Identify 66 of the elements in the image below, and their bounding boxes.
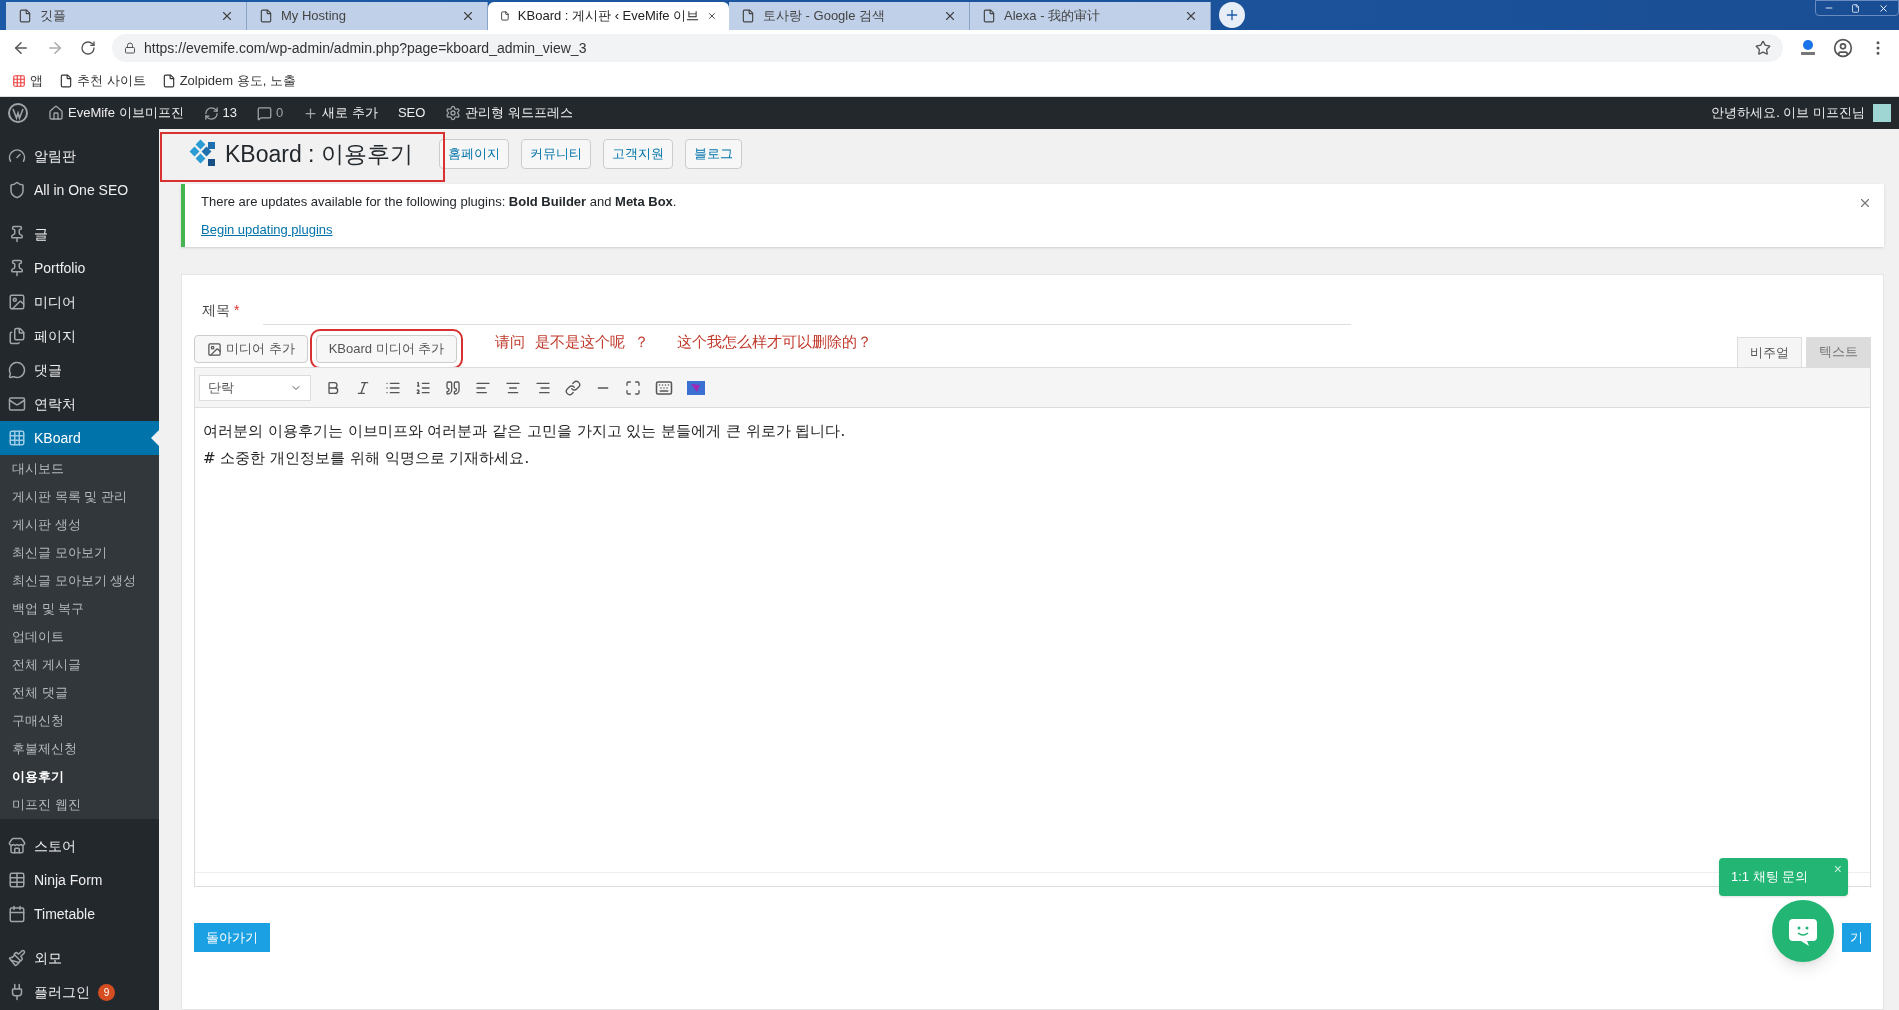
header-link-button[interactable]: 고객지원 bbox=[602, 139, 673, 169]
menu-item[interactable]: 스토어 bbox=[0, 829, 159, 863]
content-line: 여러분의 이용후기는 이브미프와 여러분과 같은 고민을 가지고 있는 분들에게 큰 위로가 됩니다. bbox=[203, 421, 847, 442]
submenu-item[interactable]: 최신글 모아보기 생성 bbox=[0, 567, 159, 595]
submenu-item[interactable]: 구매신청 bbox=[0, 707, 159, 735]
count-badge: 9 bbox=[98, 983, 115, 1001]
header-link-button[interactable]: 커뮤니티 bbox=[520, 139, 591, 169]
menu-item[interactable]: 댓글 bbox=[0, 353, 159, 387]
browser-tab[interactable]: 깃플 bbox=[6, 2, 247, 30]
tab-title: 깃플 bbox=[40, 7, 67, 26]
menu-item[interactable]: All in One SEO bbox=[0, 173, 159, 207]
bookmark-label: Zolpidem 용도, 노출 bbox=[179, 72, 296, 91]
tab-title: KBoard : 게시판 ‹ EveMife 이브 bbox=[517, 7, 700, 26]
menu-item[interactable]: 알림판 bbox=[0, 139, 159, 173]
submenu-item[interactable]: 미프진 웹진 bbox=[0, 791, 159, 819]
submenu-item[interactable]: 후불제신청 bbox=[0, 735, 159, 763]
tab-title: My Hosting bbox=[281, 7, 348, 26]
browser-tab[interactable]: Alexa - 我的审计 bbox=[970, 2, 1211, 30]
annotation-text: 这个我怎么样才可以删除的？ bbox=[677, 331, 873, 353]
header-link-button[interactable]: 블로그 bbox=[684, 139, 742, 169]
greeting-link[interactable]: 안녕하세요. 이브 미프진님 bbox=[1711, 103, 1865, 123]
editor-tab[interactable]: 비주얼 bbox=[1737, 337, 1802, 368]
annotation-text: 请问 是不是这个呢 ？ bbox=[495, 331, 650, 353]
content-line: # 소중한 개인정보를 위해 익명으로 기재하세요. bbox=[203, 447, 531, 469]
menu-item[interactable]: 미디어 bbox=[0, 285, 159, 319]
site-link[interactable]: EveMife 이브미프진 bbox=[68, 103, 184, 123]
submenu-item[interactable]: 업데이트 bbox=[0, 623, 159, 651]
submenu-item[interactable]: 이용후기 bbox=[0, 763, 159, 791]
menu-item[interactable]: Portfolio bbox=[0, 251, 159, 285]
new-link[interactable]: 새로 추가 bbox=[322, 103, 378, 123]
menu-item[interactable]: KBoard bbox=[0, 421, 159, 455]
browser-tab[interactable]: My Hosting bbox=[247, 2, 488, 30]
submenu-item[interactable]: 최신글 모아보기 bbox=[0, 539, 159, 567]
header-link-button[interactable]: 홈페이지 bbox=[438, 139, 509, 169]
submenu-item[interactable]: 백업 및 복구 bbox=[0, 595, 159, 623]
browser-tab[interactable]: KBoard : 게시판 ‹ EveMife 이브 bbox=[488, 2, 729, 30]
seo-link[interactable]: SEO bbox=[397, 103, 426, 123]
submenu-item[interactable]: 전체 게시글 bbox=[0, 651, 159, 679]
editor-tab[interactable]: 텍스트 bbox=[1806, 337, 1871, 367]
tab-title: 토사랑 - Google 검색 bbox=[763, 7, 887, 26]
submenu-item[interactable]: 대시보드 bbox=[0, 455, 159, 483]
updates-count[interactable]: 13 bbox=[222, 103, 238, 123]
managed-link[interactable]: 관리형 워드프레스 bbox=[465, 103, 573, 123]
submenu-item[interactable]: 게시판 생성 bbox=[0, 511, 159, 539]
menu-item[interactable]: 글 bbox=[0, 217, 159, 251]
bookmark-label: 추천 사이트 bbox=[77, 72, 146, 91]
submenu-item[interactable]: 게시판 목록 및 관리 bbox=[0, 483, 159, 511]
notice-text: There are updates available for the following plugins: Bold Builder and Meta Box. bbox=[201, 193, 677, 211]
menu-item[interactable]: 플러그인 9 bbox=[0, 975, 159, 1009]
title-label: 제목 * bbox=[202, 301, 240, 320]
browser-tab[interactable]: 토사랑 - Google 검색 bbox=[729, 2, 970, 30]
add-media-button[interactable]: 미디어 추가 bbox=[194, 335, 308, 363]
menu-item[interactable]: 외모 bbox=[0, 941, 159, 975]
menu-item[interactable]: Ninja Form bbox=[0, 863, 159, 897]
comments-count[interactable]: 0 bbox=[276, 103, 284, 123]
bookmark-label: 앱 bbox=[30, 72, 43, 91]
menu-item[interactable]: 페이지 bbox=[0, 319, 159, 353]
menu-item[interactable]: 연락처 bbox=[0, 387, 159, 421]
tab-title: Alexa - 我的审计 bbox=[1004, 7, 1102, 26]
submenu-item[interactable]: 전체 댓글 bbox=[0, 679, 159, 707]
address-field[interactable]: https://evemife.com/wp-admin/admin.php?page=kboard_admin_view_3 bbox=[112, 34, 1783, 62]
menu-item[interactable]: Timetable bbox=[0, 897, 159, 931]
url-text: https://evemife.com/wp-admin/admin.php?page=kboard_admin_view_3 bbox=[144, 38, 587, 58]
update-link[interactable]: Begin updating plugins bbox=[201, 219, 333, 239]
format-select[interactable]: 단락 bbox=[199, 374, 311, 401]
page-title: KBoard : 이용후기 bbox=[225, 139, 413, 169]
